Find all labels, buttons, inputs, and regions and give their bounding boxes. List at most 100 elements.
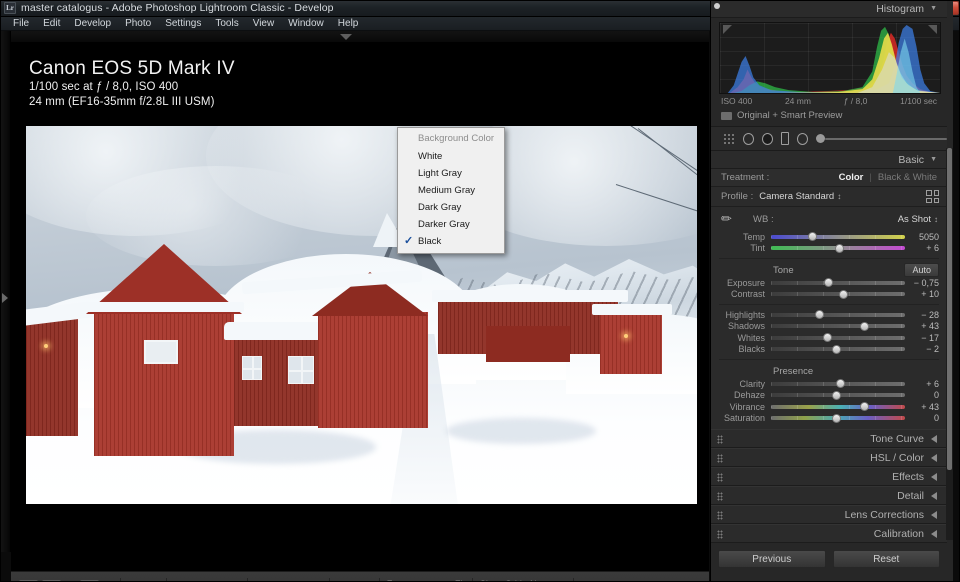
slider-highlights-track[interactable] [771, 310, 905, 320]
panel-switch-icon[interactable] [717, 511, 723, 520]
chevron-left-icon[interactable] [931, 529, 937, 538]
slider-temp[interactable]: Temp 5050 [711, 231, 947, 243]
slider-highlights-knob[interactable] [814, 310, 824, 320]
treatment-color-option[interactable]: Color [839, 172, 864, 183]
slider-saturation-knob[interactable] [832, 413, 842, 423]
crop-overlay-icon[interactable] [723, 133, 735, 144]
slider-exposure[interactable]: Exposure − 0,75 [711, 277, 947, 289]
white-balance-selector-icon[interactable]: ✏ [721, 211, 747, 227]
basic-panel-header[interactable]: Basic ▼ [711, 151, 947, 169]
chevron-left-icon[interactable] [931, 434, 937, 443]
slider-tint-track[interactable] [771, 243, 905, 253]
cabin-shed [486, 326, 570, 362]
slider-blacks[interactable]: Blacks − 2 [711, 344, 947, 356]
context-menu-item-light-gray[interactable]: Light Gray [398, 165, 504, 182]
menu-develop[interactable]: Develop [67, 17, 118, 30]
context-menu-item-darker-gray[interactable]: Darker Gray [398, 216, 504, 233]
menu-file[interactable]: File [6, 17, 36, 30]
slider-clarity[interactable]: Clarity + 6 [711, 378, 947, 390]
menu-edit[interactable]: Edit [36, 17, 67, 30]
slider-exposure-knob[interactable] [824, 278, 834, 288]
filmstrip-top-collapse-strip[interactable] [11, 31, 709, 42]
red-eye-icon[interactable] [761, 132, 773, 145]
right-panel-scrollbar[interactable] [946, 148, 953, 540]
graduated-filter-icon[interactable] [780, 132, 789, 145]
chevron-down-icon[interactable]: ▼ [930, 156, 937, 163]
slider-blacks-knob[interactable] [832, 344, 842, 354]
slider-shadows-track[interactable] [771, 321, 905, 331]
wb-value[interactable]: As Shot [898, 214, 931, 225]
scrollbar-thumb[interactable] [947, 148, 952, 470]
slider-temp-knob[interactable] [808, 232, 818, 242]
slider-dehaze[interactable]: Dehaze 0 [711, 390, 947, 402]
left-panel-collapse-strip[interactable] [0, 31, 11, 552]
slider-whites-knob[interactable] [822, 333, 832, 343]
slider-temp-track[interactable] [771, 232, 905, 242]
slider-dehaze-track[interactable] [771, 390, 905, 400]
panel-switch-icon[interactable] [717, 530, 723, 539]
chevron-left-icon[interactable] [931, 453, 937, 462]
context-menu-item-black[interactable]: ✓ Black [398, 233, 504, 250]
context-menu-item-white[interactable]: White [398, 148, 504, 165]
panel-switch-icon[interactable] [717, 454, 723, 463]
chevron-left-icon[interactable] [931, 491, 937, 500]
panel-detail[interactable]: Detail [711, 486, 947, 505]
slider-saturation[interactable]: Saturation 0 [711, 413, 947, 425]
panel-switch-icon[interactable] [717, 473, 723, 482]
reset-button[interactable]: Reset [832, 550, 940, 568]
menu-settings[interactable]: Settings [158, 17, 208, 30]
panel-tone-curve[interactable]: Tone Curve [711, 429, 947, 448]
context-menu-item-dark-gray[interactable]: Dark Gray [398, 199, 504, 216]
slider-dehaze-knob[interactable] [832, 390, 842, 400]
spot-removal-icon[interactable] [742, 132, 754, 145]
treatment-bw-option[interactable]: Black & White [878, 172, 937, 183]
menu-tools[interactable]: Tools [208, 17, 245, 30]
slider-blacks-track[interactable] [771, 344, 905, 354]
slider-whites-track[interactable] [771, 333, 905, 343]
previous-button[interactable]: Previous [718, 550, 826, 568]
panel-effects[interactable]: Effects [711, 467, 947, 486]
panel-calibration[interactable]: Calibration [711, 524, 947, 543]
slider-whites[interactable]: Whites − 17 [711, 332, 947, 344]
slider-clarity-knob[interactable] [836, 379, 846, 389]
menu-window[interactable]: Window [281, 17, 331, 30]
slider-vibrance-knob[interactable] [860, 402, 870, 412]
image-canvas[interactable]: Canon EOS 5D Mark IV 1/100 sec at ƒ / 8,… [11, 42, 709, 571]
slider-clarity-track[interactable] [771, 379, 905, 389]
slider-vibrance[interactable]: Vibrance + 43 [711, 401, 947, 413]
auto-tone-button[interactable]: Auto [904, 263, 939, 277]
panel-switch-icon[interactable] [717, 435, 723, 444]
profile-value[interactable]: Camera Standard [759, 191, 834, 202]
slider-highlights[interactable]: Highlights − 28 [711, 309, 947, 321]
slider-contrast-knob[interactable] [838, 289, 848, 299]
chevron-down-icon[interactable]: ▼ [930, 5, 937, 12]
slider-tint[interactable]: Tint + 6 [711, 243, 947, 255]
chevron-left-icon[interactable] [931, 472, 937, 481]
chevron-left-icon[interactable] [931, 510, 937, 519]
slider-shadows[interactable]: Shadows + 43 [711, 321, 947, 333]
panel-lens-corrections[interactable]: Lens Corrections [711, 505, 947, 524]
slider-saturation-track[interactable] [771, 413, 905, 423]
profile-browser-icon[interactable] [926, 190, 939, 203]
context-menu-item-medium-gray[interactable]: Medium Gray [398, 182, 504, 199]
slider-contrast-track[interactable] [771, 289, 905, 299]
menu-view[interactable]: View [246, 17, 282, 30]
slider-contrast[interactable]: Contrast + 10 [711, 289, 947, 301]
adjustment-brush-icon[interactable] [816, 134, 947, 143]
photo-image[interactable] [26, 126, 697, 504]
menu-help[interactable]: Help [331, 17, 366, 30]
profile-stepper-icon[interactable]: ↕ [837, 192, 841, 201]
background-color-context-menu[interactable]: Background Color White Light Gray Medium… [397, 127, 505, 254]
panel-hsl-color[interactable]: HSL / Color [711, 448, 947, 467]
slider-tint-knob[interactable] [834, 243, 844, 253]
menu-photo[interactable]: Photo [118, 17, 158, 30]
slider-shadows-knob[interactable] [860, 321, 870, 331]
slider-exposure-track[interactable] [771, 278, 905, 288]
histogram-panel-header[interactable]: Histogram ▼ [711, 0, 947, 18]
panel-switch-icon[interactable] [717, 492, 723, 501]
radial-filter-icon[interactable] [797, 132, 808, 145]
slider-vibrance-track[interactable] [771, 402, 905, 412]
wb-stepper-icon[interactable]: ↕ [934, 215, 938, 224]
histogram-graph[interactable] [719, 22, 941, 94]
show-grid-value[interactable]: Never [530, 579, 554, 582]
